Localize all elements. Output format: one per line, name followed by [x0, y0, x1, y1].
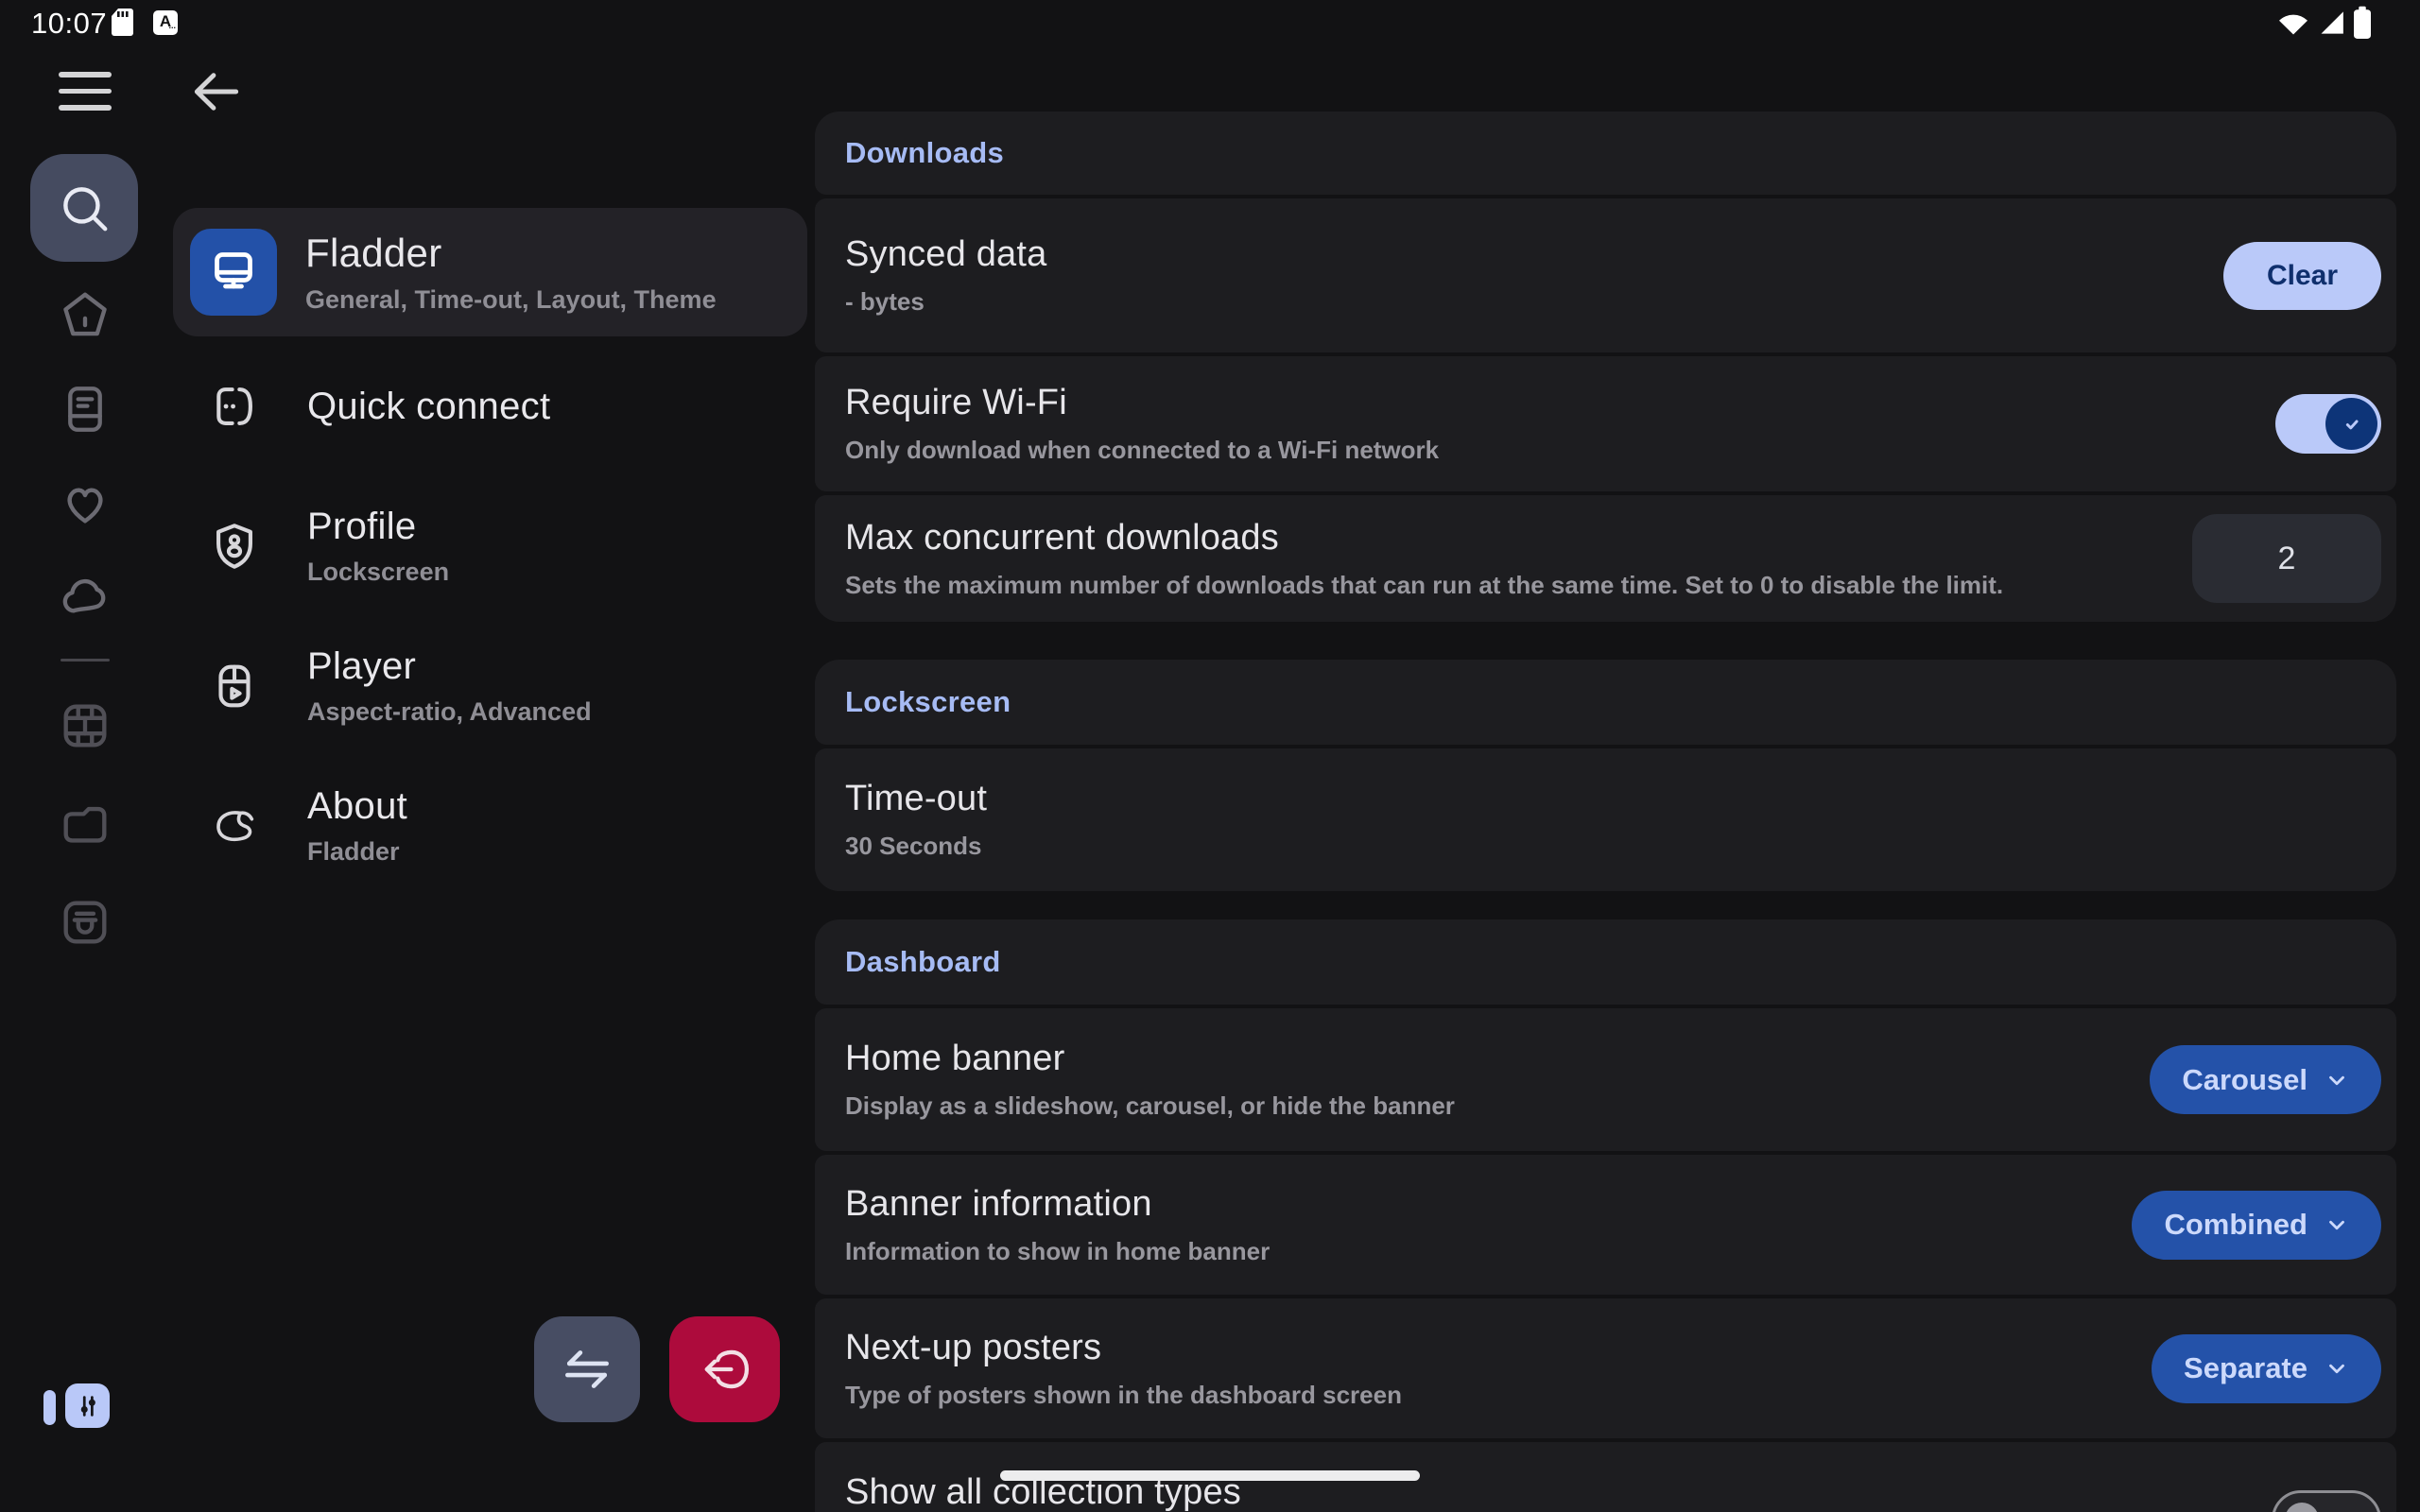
menu-item-title: About	[307, 785, 407, 828]
menu-item-subtitle: General, Time-out, Layout, Theme	[305, 285, 717, 315]
menu-item-title: Profile	[307, 506, 449, 548]
logout-icon	[695, 1339, 755, 1400]
fladder-settings-screen: 10:07 A	[0, 0, 2420, 1512]
sd-card-icon	[112, 9, 133, 36]
setting-row-timeout[interactable]: Time-out 30 Seconds	[815, 748, 2396, 891]
menu-icon[interactable]	[59, 72, 112, 111]
back-arrow-icon[interactable]	[187, 62, 246, 121]
banner-information-dropdown[interactable]: Combined	[2132, 1191, 2381, 1260]
row-subtitle: Only download when connected to a Wi-Fi …	[845, 436, 2238, 465]
menu-item-profile[interactable]: Profile Lockscreen	[173, 476, 807, 616]
film-icon	[58, 698, 112, 753]
mini-pill-indicator	[43, 1390, 56, 1425]
dropdown-value: Combined	[2164, 1208, 2308, 1242]
max-downloads-value-field[interactable]: 2	[2192, 514, 2381, 603]
menu-item-subtitle: Lockscreen	[307, 558, 449, 587]
check-icon	[2338, 410, 2366, 438]
section-header-downloads: Downloads	[815, 112, 2396, 195]
battery-icon	[2352, 6, 2373, 40]
quick-settings-button[interactable]	[65, 1383, 110, 1428]
heart-icon	[58, 476, 112, 531]
settings-content: Downloads Synced data - bytes Clear Requ…	[815, 112, 2396, 1512]
chevron-down-icon	[2325, 1068, 2349, 1092]
rail-item-collections[interactable]	[58, 895, 112, 950]
collections-icon	[58, 895, 112, 950]
library-book-icon	[58, 382, 112, 437]
rail-item-search[interactable]	[30, 154, 138, 262]
swap-arrows-icon	[556, 1338, 618, 1400]
home-banner-dropdown[interactable]: Carousel	[2150, 1045, 2381, 1114]
next-up-posters-dropdown[interactable]: Separate	[2152, 1334, 2381, 1403]
logout-button[interactable]	[669, 1316, 780, 1422]
row-subtitle: 30 Seconds	[845, 832, 2343, 861]
rail-item-folders[interactable]	[58, 797, 112, 851]
menu-item-subtitle: Fladder	[307, 837, 407, 867]
show-all-collection-types-toggle[interactable]	[2272, 1490, 2381, 1512]
switch-server-button[interactable]	[534, 1316, 640, 1422]
home-icon	[58, 287, 112, 342]
sliders-icon	[74, 1392, 102, 1420]
row-title: Next-up posters	[845, 1328, 2114, 1368]
menu-item-title: Fladder	[305, 231, 717, 276]
quick-connect-icon	[207, 379, 262, 434]
profile-shield-icon	[207, 519, 262, 574]
menu-item-fladder[interactable]: Fladder General, Time-out, Layout, Theme	[173, 208, 807, 336]
row-subtitle: Information to show in home banner	[845, 1237, 2094, 1266]
row-title: Home banner	[845, 1039, 2112, 1079]
menu-item-title: Quick connect	[307, 386, 550, 428]
rail-item-media-library[interactable]	[58, 382, 112, 437]
rail-divider	[60, 659, 110, 662]
toggle-thumb	[2285, 1503, 2319, 1512]
section-header-lockscreen: Lockscreen	[815, 660, 2396, 745]
menu-item-about[interactable]: About Fladder	[173, 756, 807, 896]
setting-row-synced-data[interactable]: Synced data - bytes Clear	[815, 198, 2396, 352]
clear-button[interactable]: Clear	[2223, 242, 2381, 310]
rail-item-sync[interactable]	[58, 571, 112, 626]
row-subtitle: Type of posters shown in the dashboard s…	[845, 1381, 2114, 1410]
folder-icon	[58, 797, 112, 851]
row-subtitle: - bytes	[845, 287, 2186, 317]
search-icon	[55, 179, 113, 237]
row-title: Require Wi-Fi	[845, 383, 2238, 423]
rail-item-movies[interactable]	[58, 698, 112, 753]
chevron-down-icon	[2325, 1356, 2349, 1381]
setting-row-max-downloads[interactable]: Max concurrent downloads Sets the maximu…	[815, 495, 2396, 622]
cellular-signal-icon	[2318, 10, 2344, 35]
menu-item-player[interactable]: Player Aspect-ratio, Advanced	[173, 616, 807, 756]
setting-row-require-wifi[interactable]: Require Wi-Fi Only download when connect…	[815, 356, 2396, 491]
row-title: Synced data	[845, 234, 2186, 275]
menu-item-subtitle: Aspect-ratio, Advanced	[307, 697, 592, 727]
menu-item-title: Player	[307, 645, 592, 688]
chevron-down-icon	[2325, 1212, 2349, 1237]
require-wifi-toggle[interactable]	[2275, 394, 2381, 454]
settings-menu: Fladder General, Time-out, Layout, Theme…	[173, 208, 807, 896]
monitor-icon	[190, 229, 277, 316]
row-subtitle: Display as a slideshow, carousel, or hid…	[845, 1091, 2112, 1121]
dropdown-value: Carousel	[2182, 1063, 2308, 1097]
menu-item-quick-connect[interactable]: Quick connect	[173, 336, 807, 476]
fladder-logo-icon	[207, 799, 262, 853]
cloud-icon	[58, 571, 112, 626]
row-title: Time-out	[845, 779, 2343, 819]
row-title: Max concurrent downloads	[845, 518, 2154, 558]
clock: 10:07	[31, 7, 107, 41]
notification-a-icon: A	[153, 10, 178, 35]
setting-row-home-banner[interactable]: Home banner Display as a slideshow, caro…	[815, 1008, 2396, 1151]
row-title: Banner information	[845, 1184, 2094, 1225]
horizontal-scrollbar[interactable]	[1000, 1470, 1420, 1481]
wifi-icon	[2276, 8, 2310, 36]
rail-item-favorites[interactable]	[58, 476, 112, 531]
row-subtitle: Sets the maximum number of downloads tha…	[845, 571, 2154, 600]
player-icon	[207, 659, 262, 713]
status-bar: 10:07 A	[0, 0, 2420, 45]
toggle-thumb	[2325, 398, 2377, 450]
section-header-dashboard: Dashboard	[815, 919, 2396, 1005]
rail-item-home[interactable]	[58, 287, 112, 342]
setting-row-next-up-posters[interactable]: Next-up posters Type of posters shown in…	[815, 1298, 2396, 1438]
setting-row-banner-information[interactable]: Banner information Information to show i…	[815, 1155, 2396, 1295]
dropdown-value: Separate	[2184, 1351, 2308, 1385]
